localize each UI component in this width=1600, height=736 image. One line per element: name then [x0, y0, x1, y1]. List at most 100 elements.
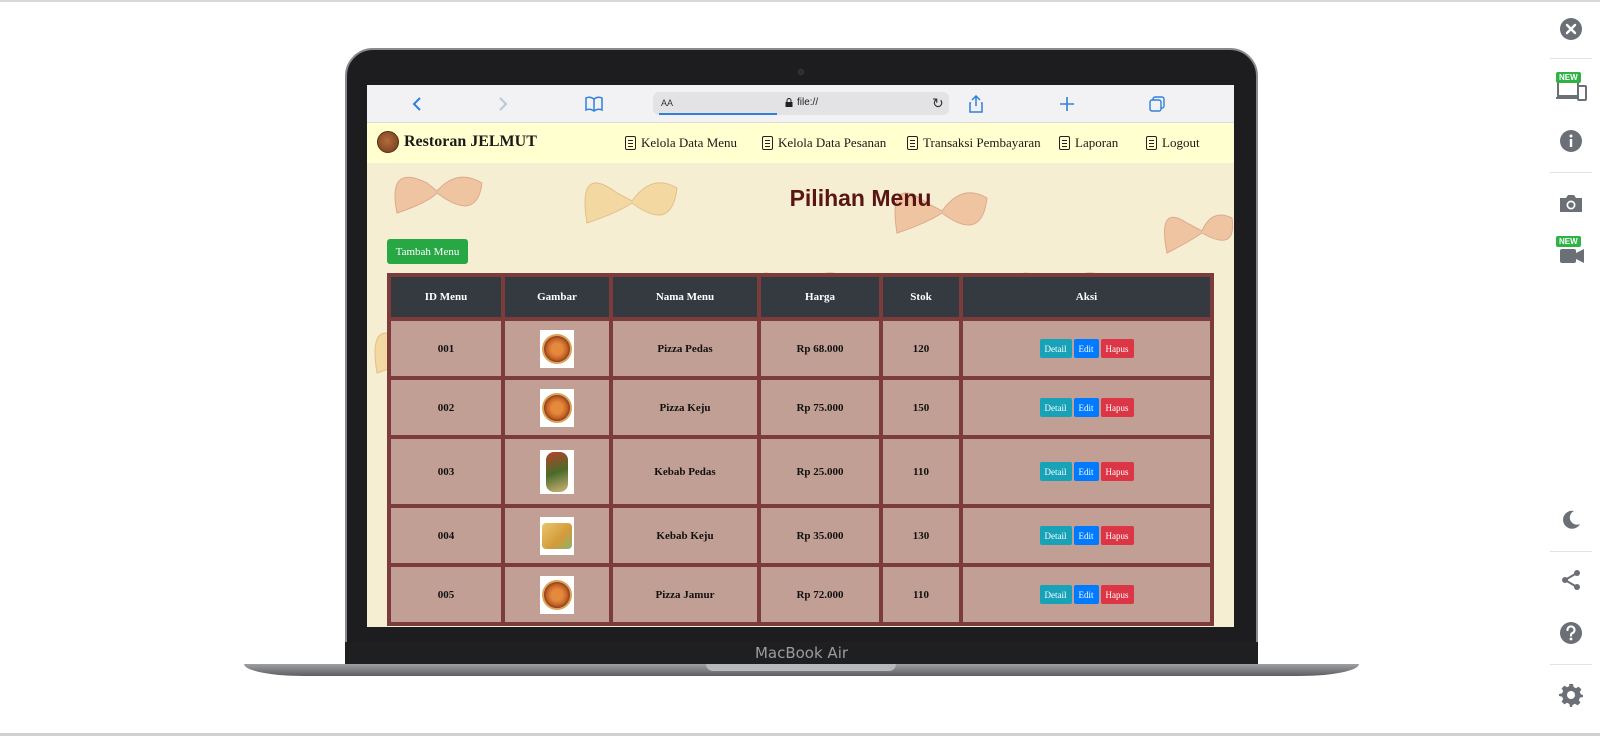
- report-icon: [1059, 136, 1070, 150]
- cell-id: 005: [391, 567, 501, 622]
- cell-id: 001: [391, 321, 501, 376]
- delete-button[interactable]: Hapus: [1100, 339, 1134, 358]
- cell-id: 002: [391, 380, 501, 435]
- document-icon: [762, 136, 773, 150]
- nav-laporan[interactable]: Laporan: [1059, 135, 1118, 151]
- cell-name: Pizza Keju: [613, 380, 757, 435]
- help-icon[interactable]: [1548, 610, 1594, 656]
- menu-table: ID Menu Gambar Nama Menu Harga Stok Aksi…: [387, 273, 1214, 627]
- new-badge: NEW: [1556, 72, 1581, 83]
- share-icon[interactable]: [1548, 557, 1594, 603]
- cell-id: 004: [391, 508, 501, 563]
- menu-image: [540, 329, 574, 368]
- pizza-image: [542, 579, 572, 610]
- delete-button[interactable]: Hapus: [1100, 585, 1134, 604]
- cell-actions: Detail Edit Hapus: [963, 508, 1210, 563]
- reader-text-size[interactable]: AA: [661, 98, 673, 108]
- content-area: Pilihan Menu Tambah Menu ID Menu Gambar …: [367, 163, 1234, 627]
- kebab-image: [542, 522, 572, 549]
- close-icon[interactable]: [1548, 6, 1594, 52]
- table-row: 002 Pizza Keju Rp 75.000 150 Detail Edit…: [391, 380, 1210, 435]
- edit-button[interactable]: Edit: [1073, 398, 1099, 417]
- nav-label: Transaksi Pembayaran: [923, 135, 1041, 150]
- nav-label: Kelola Data Menu: [641, 135, 738, 150]
- payment-icon: [907, 136, 918, 150]
- nav-logout[interactable]: Logout: [1146, 135, 1200, 151]
- reload-icon[interactable]: ↻: [932, 95, 944, 112]
- menu-image: [540, 388, 574, 427]
- address-bar[interactable]: AA file:// ↻: [653, 92, 949, 115]
- nav-kelola-data-pesanan[interactable]: Kelola Data Pesanan: [762, 135, 886, 151]
- add-menu-button[interactable]: Tambah Menu: [387, 239, 468, 264]
- cell-actions: Detail Edit Hapus: [963, 380, 1210, 435]
- info-icon[interactable]: [1548, 118, 1594, 164]
- edit-button[interactable]: Edit: [1073, 526, 1099, 545]
- video-icon[interactable]: NEW: [1548, 230, 1594, 276]
- clipboard-icon: [625, 136, 636, 150]
- cell-actions: Detail Edit Hapus: [963, 321, 1210, 376]
- cell-image: [505, 321, 609, 376]
- camera-icon[interactable]: [1548, 180, 1594, 226]
- cell-stock: 120: [883, 321, 959, 376]
- cell-stock: 150: [883, 380, 959, 435]
- cell-actions: Detail Edit Hapus: [963, 567, 1210, 622]
- webcam: [798, 69, 804, 75]
- cell-price: Rp 25.000: [761, 439, 879, 504]
- brand-name: Restoran JELMUT: [404, 133, 537, 150]
- cell-name: Kebab Pedas: [613, 439, 757, 504]
- col-header: ID Menu: [391, 277, 501, 317]
- detail-button[interactable]: Detail: [1039, 585, 1072, 604]
- cell-name: Kebab Keju: [613, 508, 757, 563]
- delete-button[interactable]: Hapus: [1100, 398, 1134, 417]
- delete-button[interactable]: Hapus: [1100, 526, 1134, 545]
- rail-divider: [1550, 58, 1592, 59]
- rail-divider: [1550, 664, 1592, 665]
- cell-stock: 110: [883, 567, 959, 622]
- detail-button[interactable]: Detail: [1039, 526, 1072, 545]
- bookmarks-icon[interactable]: [584, 94, 604, 114]
- forward-icon[interactable]: [493, 94, 513, 114]
- cell-price: Rp 35.000: [761, 508, 879, 563]
- restaurant-logo: [377, 131, 399, 153]
- cell-name: Pizza Pedas: [613, 321, 757, 376]
- edit-button[interactable]: Edit: [1073, 585, 1099, 604]
- table-row: 003 Kebab Pedas Rp 25.000 110 Detail Edi…: [391, 439, 1210, 504]
- table-row: 001 Pizza Pedas Rp 68.000 120 Detail Edi…: [391, 321, 1210, 376]
- table-row: 005 Pizza Jamur Rp 72.000 110 Detail Edi…: [391, 567, 1210, 622]
- cell-actions: Detail Edit Hapus: [963, 439, 1210, 504]
- edit-button[interactable]: Edit: [1073, 462, 1099, 481]
- back-icon[interactable]: [407, 94, 427, 114]
- menu-image: [540, 516, 574, 555]
- menu-image: [540, 449, 574, 494]
- pizza-image: [542, 333, 572, 364]
- col-header: Aksi: [963, 277, 1210, 317]
- nav-kelola-data-menu[interactable]: Kelola Data Menu: [625, 135, 737, 151]
- moon-icon[interactable]: [1548, 497, 1594, 543]
- col-header: Stok: [883, 277, 959, 317]
- nav-label: Kelola Data Pesanan: [778, 135, 887, 150]
- brand[interactable]: Restoran JELMUT: [377, 131, 537, 153]
- col-header: Gambar: [505, 277, 609, 317]
- new-badge: NEW: [1556, 236, 1581, 247]
- detail-button[interactable]: Detail: [1039, 339, 1072, 358]
- lock-icon: [785, 98, 793, 107]
- tabs-icon[interactable]: [1147, 94, 1167, 114]
- share-sheet-icon[interactable]: [966, 94, 986, 114]
- settings-icon[interactable]: [1548, 672, 1594, 718]
- menu-image: [540, 575, 574, 614]
- edit-button[interactable]: Edit: [1073, 339, 1099, 358]
- cell-image: [505, 439, 609, 504]
- delete-button[interactable]: Hapus: [1100, 462, 1134, 481]
- rail-divider: [1550, 551, 1592, 552]
- table-row: 004 Kebab Keju Rp 35.000 130 Detail Edit…: [391, 508, 1210, 563]
- detail-button[interactable]: Detail: [1039, 462, 1072, 481]
- new-tab-icon[interactable]: [1057, 94, 1077, 114]
- laptop-notch: [706, 664, 896, 671]
- detail-button[interactable]: Detail: [1039, 398, 1072, 417]
- logout-icon: [1146, 136, 1157, 150]
- address-progress: [659, 113, 777, 115]
- cell-price: Rp 72.000: [761, 567, 879, 622]
- responsive-devices-icon[interactable]: NEW: [1548, 66, 1594, 112]
- nav-transaksi-pembayaran[interactable]: Transaksi Pembayaran: [907, 135, 1041, 151]
- cell-price: Rp 68.000: [761, 321, 879, 376]
